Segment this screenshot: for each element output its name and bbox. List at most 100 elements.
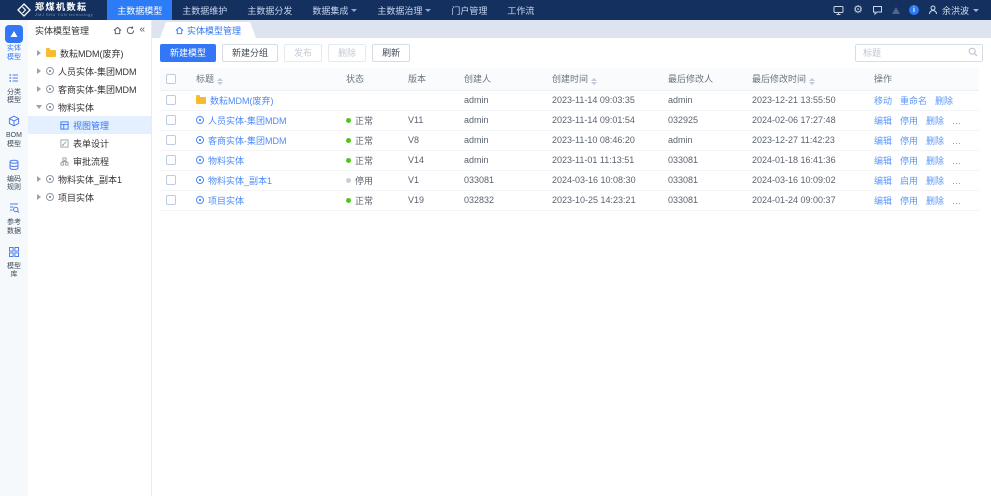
delete-action[interactable]: 删除 xyxy=(926,136,944,146)
row-checkbox[interactable] xyxy=(166,175,176,186)
more-actions[interactable]: … xyxy=(952,156,961,166)
tree-item-material-entity-copy[interactable]: 物料实体_副本1 xyxy=(28,170,151,188)
edit-action[interactable]: 编辑 xyxy=(874,156,892,166)
select-all-checkbox[interactable] xyxy=(166,74,176,85)
home-icon[interactable] xyxy=(113,26,122,35)
tree-item-approval-flow[interactable]: 审批流程 xyxy=(28,152,151,170)
edit-action[interactable]: 编辑 xyxy=(874,116,892,126)
message-icon[interactable] xyxy=(872,5,883,16)
move-action[interactable]: 移动 xyxy=(874,96,892,106)
form-design-icon xyxy=(60,138,69,148)
nav-item-workflow[interactable]: 工作流 xyxy=(497,0,544,20)
caret-right-icon[interactable] xyxy=(36,50,42,56)
model-title-link[interactable]: 物料实体_副本1 xyxy=(196,174,334,187)
disable-action[interactable]: 停用 xyxy=(900,196,918,206)
row-checkbox[interactable] xyxy=(166,95,176,106)
alert-triangle-icon[interactable] xyxy=(891,6,900,14)
refresh-icon[interactable] xyxy=(126,26,135,35)
table-row: 物料实体_副本1 停用 V1 033081 2024-03-16 10:08:3… xyxy=(160,170,979,191)
more-actions[interactable]: … xyxy=(952,176,961,186)
tree-item-personnel-entity[interactable]: 人员实体-集团MDM xyxy=(28,62,151,80)
nav-item-master-data-governance[interactable]: 主数据治理 xyxy=(367,0,441,20)
collapse-panel-icon[interactable]: « xyxy=(139,25,145,35)
edit-action[interactable]: 编辑 xyxy=(874,136,892,146)
tree-item-shuyun-mdm[interactable]: 数耘MDM(废弃) xyxy=(28,44,151,62)
rail-item-model-library[interactable]: 模型库 xyxy=(5,243,23,281)
delete-button[interactable]: 删除 xyxy=(328,43,367,62)
app-logo: 郑煤机数耘 ZMJ SHU YUN technology xyxy=(0,3,107,17)
more-actions[interactable]: … xyxy=(952,196,961,206)
entity-icon xyxy=(46,175,54,183)
model-title-link[interactable]: 项目实体 xyxy=(196,194,334,207)
reference-data-icon xyxy=(5,199,23,217)
caret-right-icon[interactable] xyxy=(36,176,42,182)
more-actions[interactable]: … xyxy=(952,116,961,126)
more-actions[interactable]: … xyxy=(952,136,961,146)
disable-action[interactable]: 停用 xyxy=(900,116,918,126)
model-title-link[interactable]: 客商实体-集团MDM xyxy=(196,134,334,147)
rename-action[interactable]: 重命名 xyxy=(900,96,927,106)
folder-icon xyxy=(196,95,206,104)
enable-action[interactable]: 启用 xyxy=(900,176,918,186)
status-dot xyxy=(346,97,351,102)
row-checkbox[interactable] xyxy=(166,195,176,206)
delete-action[interactable]: 删除 xyxy=(926,116,944,126)
tree-item-form-design[interactable]: 表单设计 xyxy=(28,134,151,152)
disable-action[interactable]: 停用 xyxy=(900,136,918,146)
model-title-link[interactable]: 物料实体 xyxy=(196,154,334,167)
caret-right-icon[interactable] xyxy=(36,68,42,74)
delete-action[interactable]: 删除 xyxy=(935,96,953,106)
nav-item-master-data-model[interactable]: 主数据模型 xyxy=(107,0,173,20)
gear-icon[interactable]: ⚙ xyxy=(853,4,863,16)
publish-button[interactable]: 发布 xyxy=(284,43,323,62)
new-model-button[interactable]: 新建模型 xyxy=(160,43,217,62)
info-icon[interactable]: i xyxy=(908,5,919,15)
delete-action[interactable]: 删除 xyxy=(926,176,944,186)
sort-icon[interactable] xyxy=(809,78,816,86)
edit-action[interactable]: 编辑 xyxy=(874,196,892,206)
delete-action[interactable]: 删除 xyxy=(926,156,944,166)
bom-model-icon xyxy=(5,112,23,130)
model-title-link[interactable]: 数耘MDM(废弃) xyxy=(196,94,334,107)
caret-right-icon[interactable] xyxy=(36,86,42,92)
nav-item-data-integration[interactable]: 数据集成 xyxy=(302,0,367,20)
status-dot xyxy=(346,117,351,123)
rail-item-category-model[interactable]: 分类 模型 xyxy=(5,69,23,107)
rail-item-coding-rules[interactable]: 编码 规则 xyxy=(5,156,23,194)
chevron-down-icon xyxy=(425,8,432,12)
user-menu[interactable]: 余洪波 xyxy=(928,4,979,17)
tree-item-project-entity[interactable]: 项目实体 xyxy=(28,188,151,206)
monitor-icon[interactable] xyxy=(833,5,844,16)
disable-action[interactable]: 停用 xyxy=(900,156,918,166)
rail-item-entity-model[interactable]: 实体 模型 xyxy=(5,25,23,63)
model-title-link[interactable]: 人员实体-集团MDM xyxy=(196,114,334,127)
nav-item-master-data-distribution[interactable]: 主数据分发 xyxy=(237,0,302,20)
tree-item-customer-entity[interactable]: 客商实体-集团MDM xyxy=(28,80,151,98)
search-input[interactable] xyxy=(855,44,983,62)
main-nav: 主数据模型 主数据维护 主数据分发 数据集成 主数据治理 门户管理 工作流 xyxy=(107,0,544,20)
nav-item-master-data-maintenance[interactable]: 主数据维护 xyxy=(172,0,237,20)
caret-down-icon[interactable] xyxy=(36,104,42,110)
sort-icon[interactable] xyxy=(217,78,224,86)
tree-item-view-management[interactable]: 视图管理 xyxy=(28,116,151,134)
tree-item-material-entity[interactable]: 物料实体 xyxy=(28,98,151,116)
sort-icon[interactable] xyxy=(591,78,598,86)
edit-action[interactable]: 编辑 xyxy=(874,176,892,186)
rail-item-bom-model[interactable]: BOM 模型 xyxy=(5,112,23,150)
new-group-button[interactable]: 新建分组 xyxy=(222,43,279,62)
column-title[interactable]: 标题 xyxy=(190,68,340,91)
search-box xyxy=(855,43,983,62)
entity-icon xyxy=(46,193,54,201)
nav-item-portal-management[interactable]: 门户管理 xyxy=(441,0,497,20)
row-checkbox[interactable] xyxy=(166,115,176,126)
column-created-time[interactable]: 创建时间 xyxy=(546,68,662,91)
delete-action[interactable]: 删除 xyxy=(926,196,944,206)
rail-item-reference-data[interactable]: 参考 数据 xyxy=(5,199,23,237)
tab-entity-model-management[interactable]: 实体模型管理 xyxy=(160,22,256,38)
row-checkbox[interactable] xyxy=(166,135,176,146)
search-icon[interactable] xyxy=(968,47,978,57)
row-checkbox[interactable] xyxy=(166,155,176,166)
column-modified-time[interactable]: 最后修改时间 xyxy=(746,68,868,91)
refresh-button[interactable]: 刷新 xyxy=(372,43,411,62)
caret-right-icon[interactable] xyxy=(36,194,42,200)
